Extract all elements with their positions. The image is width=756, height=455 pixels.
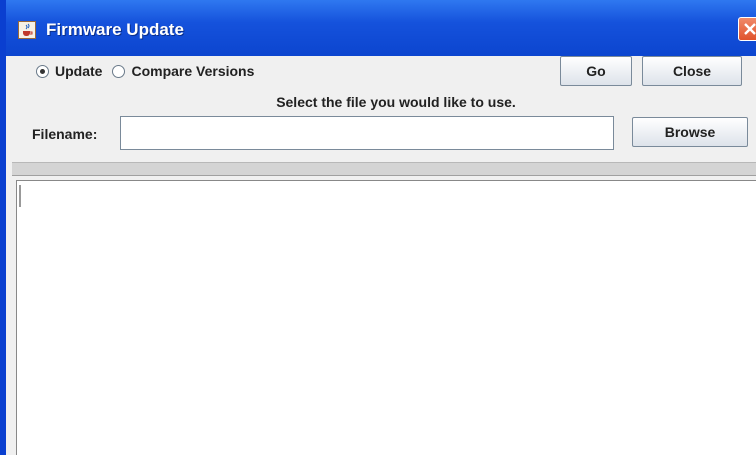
- close-icon[interactable]: [738, 17, 756, 41]
- radio-compare-versions-label: Compare Versions: [131, 63, 255, 79]
- output-text-area[interactable]: [16, 180, 756, 455]
- filename-label: Filename:: [32, 126, 98, 142]
- window-title: Firmware Update: [46, 20, 184, 39]
- radio-unselected-icon[interactable]: [112, 64, 126, 78]
- firmware-update-window: Firmware Update Update Compare Versions …: [0, 0, 756, 455]
- instruction-text: Select the file you would like to use.: [276, 94, 516, 110]
- text-caret: [19, 185, 21, 207]
- filename-input[interactable]: [120, 116, 614, 150]
- mode-radio-group: Update Compare Versions: [36, 63, 264, 79]
- radio-update-label: Update: [55, 63, 103, 79]
- splitter-bar[interactable]: [12, 162, 756, 176]
- radio-selected-icon[interactable]: [36, 64, 49, 78]
- title-bar[interactable]: Firmware Update: [6, 0, 756, 56]
- browse-button[interactable]: Browse: [632, 117, 748, 147]
- control-panel: Update Compare Versions Go Close Select …: [6, 56, 756, 156]
- radio-update[interactable]: Update: [36, 63, 102, 79]
- radio-compare-versions[interactable]: Compare Versions: [112, 63, 254, 79]
- close-button[interactable]: Close: [642, 56, 742, 86]
- go-button[interactable]: Go: [560, 56, 632, 86]
- java-cup-icon: [18, 21, 36, 39]
